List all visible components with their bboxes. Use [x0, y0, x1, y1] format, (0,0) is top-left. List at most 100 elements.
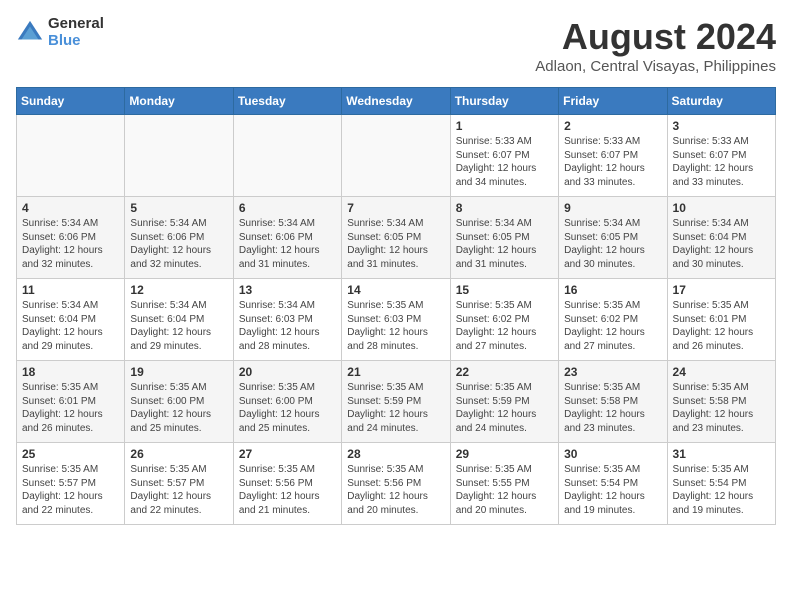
calendar-cell: 21 Sunrise: 5:35 AM Sunset: 5:59 PM Dayli… [342, 361, 450, 443]
calendar-cell: 28 Sunrise: 5:35 AM Sunset: 5:56 PM Dayli… [342, 443, 450, 525]
calendar-cell: 23 Sunrise: 5:35 AM Sunset: 5:58 PM Dayli… [559, 361, 667, 443]
calendar-header: SundayMondayTuesdayWednesdayThursdayFrid… [17, 88, 776, 115]
calendar-cell: 16 Sunrise: 5:35 AM Sunset: 6:02 PM Dayli… [559, 279, 667, 361]
day-info: Sunrise: 5:35 AM Sunset: 5:58 PM Dayligh… [673, 381, 770, 435]
day-info: Sunrise: 5:34 AM Sunset: 6:05 PM Dayligh… [456, 217, 553, 271]
day-info: Sunrise: 5:35 AM Sunset: 6:03 PM Dayligh… [347, 299, 444, 353]
calendar-cell: 12 Sunrise: 5:34 AM Sunset: 6:04 PM Dayli… [125, 279, 233, 361]
day-number: 26 [130, 447, 227, 461]
day-number: 25 [22, 447, 119, 461]
calendar-week-row: 18Sunrise: 5:35 AM Sunset: 6:01 PM Dayli… [17, 361, 776, 443]
calendar-table: SundayMondayTuesdayWednesdayThursdayFrid… [16, 87, 776, 525]
calendar-cell: 6 Sunrise: 5:34 AM Sunset: 6:06 PM Daylig… [233, 197, 341, 279]
day-number: 20 [239, 365, 336, 379]
calendar-cell [233, 115, 341, 197]
day-info: Sunrise: 5:35 AM Sunset: 5:56 PM Dayligh… [239, 463, 336, 517]
calendar-cell: 24 Sunrise: 5:35 AM Sunset: 5:58 PM Dayli… [667, 361, 775, 443]
calendar-cell: 31 Sunrise: 5:35 AM Sunset: 5:54 PM Dayli… [667, 443, 775, 525]
day-number: 10 [673, 201, 770, 215]
day-number: 29 [456, 447, 553, 461]
day-info: Sunrise: 5:34 AM Sunset: 6:05 PM Dayligh… [347, 217, 444, 271]
day-number: 12 [130, 283, 227, 297]
day-info: Sunrise: 5:35 AM Sunset: 5:57 PM Dayligh… [22, 463, 119, 517]
day-number: 21 [347, 365, 444, 379]
calendar-cell: 30 Sunrise: 5:35 AM Sunset: 5:54 PM Dayli… [559, 443, 667, 525]
day-info: Sunrise: 5:35 AM Sunset: 6:00 PM Dayligh… [239, 381, 336, 435]
calendar-cell: 17Sunrise: 5:35 AM Sunset: 6:01 PM Dayli… [667, 279, 775, 361]
day-info: Sunrise: 5:35 AM Sunset: 6:01 PM Dayligh… [673, 299, 770, 353]
day-number: 27 [239, 447, 336, 461]
day-info: Sunrise: 5:35 AM Sunset: 5:54 PM Dayligh… [673, 463, 770, 517]
day-number: 16 [564, 283, 661, 297]
calendar-cell: 19 Sunrise: 5:35 AM Sunset: 6:00 PM Dayli… [125, 361, 233, 443]
day-info: Sunrise: 5:35 AM Sunset: 5:58 PM Dayligh… [564, 381, 661, 435]
day-number: 15 [456, 283, 553, 297]
calendar-cell: 9 Sunrise: 5:34 AM Sunset: 6:05 PM Daylig… [559, 197, 667, 279]
day-number: 14 [347, 283, 444, 297]
day-number: 30 [564, 447, 661, 461]
location: Adlaon, Central Visayas, Philippines [535, 58, 776, 75]
logo: General Blue [16, 16, 104, 49]
day-info: Sunrise: 5:35 AM Sunset: 5:56 PM Dayligh… [347, 463, 444, 517]
day-info: Sunrise: 5:34 AM Sunset: 6:04 PM Dayligh… [22, 299, 119, 353]
calendar-cell: 27 Sunrise: 5:35 AM Sunset: 5:56 PM Dayli… [233, 443, 341, 525]
day-number: 23 [564, 365, 661, 379]
day-number: 2 [564, 119, 661, 133]
day-info: Sunrise: 5:35 AM Sunset: 5:54 PM Dayligh… [564, 463, 661, 517]
calendar-cell: 15Sunrise: 5:35 AM Sunset: 6:02 PM Dayli… [450, 279, 558, 361]
day-number: 6 [239, 201, 336, 215]
day-info: Sunrise: 5:35 AM Sunset: 5:55 PM Dayligh… [456, 463, 553, 517]
calendar-day-header: Monday [125, 88, 233, 115]
calendar-cell: 1 Sunrise: 5:33 AM Sunset: 6:07 PM Daylig… [450, 115, 558, 197]
calendar-cell [125, 115, 233, 197]
calendar-day-header: Sunday [17, 88, 125, 115]
day-number: 19 [130, 365, 227, 379]
calendar-week-row: 1 Sunrise: 5:33 AM Sunset: 6:07 PM Daylig… [17, 115, 776, 197]
calendar-cell: 10 Sunrise: 5:34 AM Sunset: 6:04 PM Dayli… [667, 197, 775, 279]
calendar-cell [342, 115, 450, 197]
calendar-day-header: Thursday [450, 88, 558, 115]
day-info: Sunrise: 5:34 AM Sunset: 6:06 PM Dayligh… [130, 217, 227, 271]
day-info: Sunrise: 5:34 AM Sunset: 6:06 PM Dayligh… [239, 217, 336, 271]
calendar-week-row: 25 Sunrise: 5:35 AM Sunset: 5:57 PM Dayli… [17, 443, 776, 525]
calendar-cell: 20 Sunrise: 5:35 AM Sunset: 6:00 PM Dayli… [233, 361, 341, 443]
title-block: August 2024 Adlaon, Central Visayas, Phi… [535, 16, 776, 75]
day-number: 22 [456, 365, 553, 379]
calendar-cell: 3Sunrise: 5:33 AM Sunset: 6:07 PM Daylig… [667, 115, 775, 197]
day-info: Sunrise: 5:34 AM Sunset: 6:03 PM Dayligh… [239, 299, 336, 353]
day-info: Sunrise: 5:34 AM Sunset: 6:04 PM Dayligh… [130, 299, 227, 353]
day-info: Sunrise: 5:35 AM Sunset: 6:02 PM Dayligh… [564, 299, 661, 353]
day-number: 31 [673, 447, 770, 461]
calendar-cell: 18Sunrise: 5:35 AM Sunset: 6:01 PM Dayli… [17, 361, 125, 443]
day-info: Sunrise: 5:33 AM Sunset: 6:07 PM Dayligh… [564, 135, 661, 189]
day-info: Sunrise: 5:35 AM Sunset: 6:00 PM Dayligh… [130, 381, 227, 435]
calendar-cell: 22Sunrise: 5:35 AM Sunset: 5:59 PM Dayli… [450, 361, 558, 443]
calendar-cell: 25 Sunrise: 5:35 AM Sunset: 5:57 PM Dayli… [17, 443, 125, 525]
day-number: 11 [22, 283, 119, 297]
logo-general-text: General [48, 16, 104, 33]
day-number: 8 [456, 201, 553, 215]
day-info: Sunrise: 5:33 AM Sunset: 6:07 PM Dayligh… [456, 135, 553, 189]
day-number: 7 [347, 201, 444, 215]
calendar-cell: 5Sunrise: 5:34 AM Sunset: 6:06 PM Daylig… [125, 197, 233, 279]
day-number: 9 [564, 201, 661, 215]
day-number: 4 [22, 201, 119, 215]
calendar-cell: 2 Sunrise: 5:33 AM Sunset: 6:07 PM Daylig… [559, 115, 667, 197]
day-info: Sunrise: 5:35 AM Sunset: 5:57 PM Dayligh… [130, 463, 227, 517]
calendar-week-row: 11 Sunrise: 5:34 AM Sunset: 6:04 PM Dayli… [17, 279, 776, 361]
calendar-cell: 29 Sunrise: 5:35 AM Sunset: 5:55 PM Dayli… [450, 443, 558, 525]
day-number: 1 [456, 119, 553, 133]
calendar-cell: 4 Sunrise: 5:34 AM Sunset: 6:06 PM Daylig… [17, 197, 125, 279]
calendar-cell: 14 Sunrise: 5:35 AM Sunset: 6:03 PM Dayli… [342, 279, 450, 361]
day-number: 24 [673, 365, 770, 379]
day-info: Sunrise: 5:34 AM Sunset: 6:06 PM Dayligh… [22, 217, 119, 271]
day-info: Sunrise: 5:34 AM Sunset: 6:05 PM Dayligh… [564, 217, 661, 271]
day-number: 28 [347, 447, 444, 461]
calendar-cell: 26 Sunrise: 5:35 AM Sunset: 5:57 PM Dayli… [125, 443, 233, 525]
day-number: 13 [239, 283, 336, 297]
calendar-cell: 13 Sunrise: 5:34 AM Sunset: 6:03 PM Dayli… [233, 279, 341, 361]
calendar-cell: 8 Sunrise: 5:34 AM Sunset: 6:05 PM Daylig… [450, 197, 558, 279]
day-info: Sunrise: 5:35 AM Sunset: 5:59 PM Dayligh… [347, 381, 444, 435]
day-info: Sunrise: 5:34 AM Sunset: 6:04 PM Dayligh… [673, 217, 770, 271]
calendar-cell: 7 Sunrise: 5:34 AM Sunset: 6:05 PM Daylig… [342, 197, 450, 279]
